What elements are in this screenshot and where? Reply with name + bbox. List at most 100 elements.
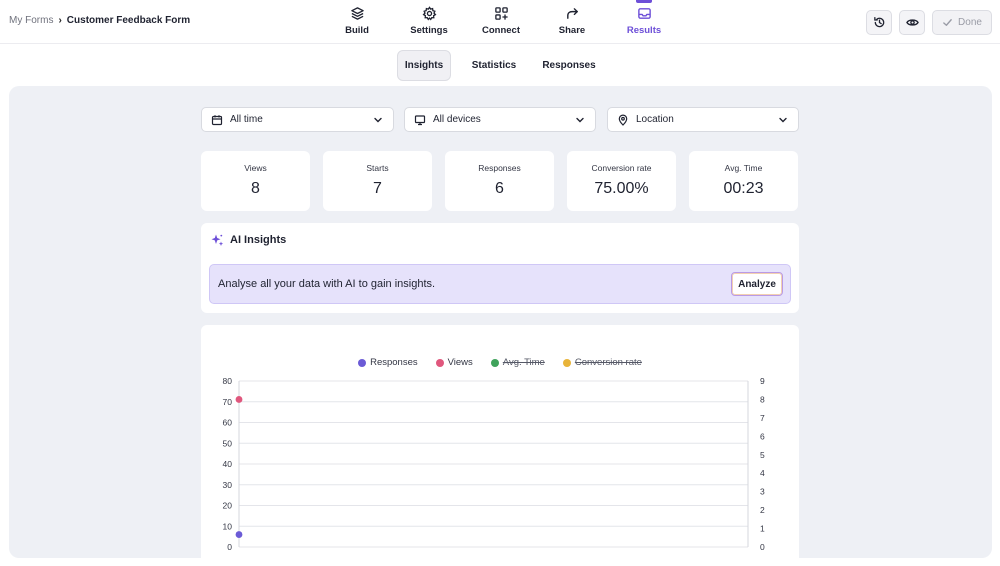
time-range-select[interactable]: All time	[201, 107, 394, 132]
stat-card-avg-time: Avg. Time 00:23	[689, 151, 798, 211]
legend-label: Conversion rate	[574, 357, 642, 368]
stat-card-responses: Responses 6	[445, 151, 554, 211]
location-select[interactable]: Location	[607, 107, 799, 132]
results-line-chart: 807060504030201009876543210	[223, 376, 765, 552]
y-left-tick-label: 60	[223, 418, 233, 428]
legend-label: Responses	[370, 357, 418, 368]
active-tab-indicator	[636, 0, 652, 3]
legend-item-avg-time[interactable]: Avg. Time	[490, 357, 545, 368]
stat-label: Starts	[366, 163, 389, 173]
main-nav: Build Settings Connect Share Results	[0, 0, 1000, 44]
y-left-tick-label: 80	[223, 376, 233, 386]
tab-insights[interactable]: Insights	[397, 50, 451, 81]
layers-icon	[350, 7, 364, 20]
chart-card: Responses Views Avg. Time Conversion rat…	[201, 325, 799, 558]
device-value: All devices	[433, 114, 481, 125]
y-left-tick-label: 0	[227, 542, 232, 552]
stats-row: Views 8 Starts 7 Responses 6 Conversion …	[201, 151, 799, 211]
y-right-tick-label: 2	[760, 505, 765, 515]
monitor-icon	[414, 114, 426, 125]
history-icon	[873, 17, 884, 28]
y-right-tick-label: 9	[760, 376, 765, 386]
legend-item-responses[interactable]: Responses	[358, 357, 418, 368]
top-actions: Done	[866, 10, 992, 35]
nav-build-label: Build	[345, 25, 369, 36]
chart-legend: Responses Views Avg. Time Conversion rat…	[201, 357, 799, 368]
legend-dot	[490, 358, 499, 367]
stat-value: 6	[495, 180, 504, 197]
y-right-tick-label: 3	[760, 487, 765, 497]
y-left-tick-label: 10	[223, 521, 233, 531]
device-select[interactable]: All devices	[404, 107, 596, 132]
inbox-tray-icon	[637, 8, 651, 19]
share-arrow-icon	[566, 8, 578, 19]
data-point-views	[235, 396, 243, 403]
nav-results-label: Results	[626, 25, 662, 36]
legend-dot	[358, 358, 367, 367]
y-right-tick-label: 7	[760, 413, 765, 423]
nav-share[interactable]: Share	[537, 6, 607, 36]
legend-dot	[562, 358, 571, 367]
legend-item-conversion-rate[interactable]: Conversion rate	[562, 357, 642, 368]
eye-icon	[905, 19, 919, 26]
y-right-tick-label: 6	[760, 431, 765, 441]
location-value: Location	[636, 114, 674, 125]
preview-button[interactable]	[899, 10, 925, 35]
legend-dot	[435, 358, 444, 367]
stat-card-views: Views 8	[201, 151, 310, 211]
nav-settings[interactable]: Settings	[394, 6, 464, 36]
nav-share-label: Share	[558, 25, 586, 36]
ai-insights-card: AI Insights Analyse all your data with A…	[201, 223, 799, 313]
legend-item-views[interactable]: Views	[435, 357, 473, 368]
ai-banner-text: Analyse all your data with AI to gain in…	[218, 278, 436, 290]
y-right-tick-label: 4	[760, 468, 765, 478]
nav-settings-label: Settings	[410, 25, 448, 36]
y-left-tick-label: 30	[223, 480, 233, 490]
nav-build[interactable]: Build	[322, 6, 392, 36]
y-left-tick-label: 20	[223, 501, 233, 511]
top-bar: My Forms › Customer Feedback Form Build …	[0, 0, 1000, 44]
check-icon	[943, 19, 952, 26]
filter-bar: All time All devices Location	[201, 107, 799, 132]
sparkle-icon	[211, 234, 224, 246]
done-button[interactable]: Done	[932, 10, 992, 35]
y-left-tick-label: 70	[223, 397, 233, 407]
connect-grid-icon	[494, 7, 508, 20]
nav-connect[interactable]: Connect	[466, 6, 536, 36]
y-left-tick-label: 40	[223, 459, 233, 469]
stat-value: 8	[251, 180, 260, 197]
analyze-button[interactable]: Analyze	[731, 272, 783, 296]
legend-label: Views	[447, 357, 473, 368]
time-range-value: All time	[230, 114, 263, 125]
y-right-tick-label: 1	[760, 524, 765, 534]
calendar-icon	[211, 114, 223, 125]
stat-label: Conversion rate	[591, 163, 652, 173]
stat-value: 00:23	[723, 180, 764, 197]
history-button[interactable]	[866, 10, 892, 35]
insights-panel: All time All devices Location Views 8 St…	[9, 86, 992, 558]
results-subtabs: Insights Statistics Responses	[0, 50, 1000, 82]
tab-responses[interactable]: Responses	[537, 50, 601, 81]
stat-label: Avg. Time	[724, 163, 763, 173]
done-label: Done	[958, 17, 982, 28]
chevron-down-icon	[576, 117, 584, 123]
ai-insights-banner: Analyse all your data with AI to gain in…	[209, 264, 791, 304]
stat-label: Views	[244, 163, 267, 173]
stat-card-conversion-rate: Conversion rate 75.00%	[567, 151, 676, 211]
ai-insights-title: AI Insights	[230, 234, 287, 246]
gear-icon	[422, 6, 436, 21]
y-left-tick-label: 50	[223, 438, 233, 448]
nav-results[interactable]: Results	[609, 6, 679, 36]
nav-connect-label: Connect	[482, 25, 520, 36]
stat-value: 75.00%	[594, 180, 649, 197]
y-right-tick-label: 8	[760, 394, 765, 404]
stat-value: 7	[373, 180, 382, 197]
data-point-responses	[235, 531, 243, 538]
tab-statistics[interactable]: Statistics	[463, 50, 525, 81]
stat-label: Responses	[478, 163, 521, 173]
y-right-tick-label: 5	[760, 450, 765, 460]
ai-insights-header: AI Insights	[210, 233, 286, 247]
chevron-down-icon	[374, 117, 382, 123]
chevron-down-icon	[779, 117, 787, 123]
legend-label: Avg. Time	[502, 357, 545, 368]
